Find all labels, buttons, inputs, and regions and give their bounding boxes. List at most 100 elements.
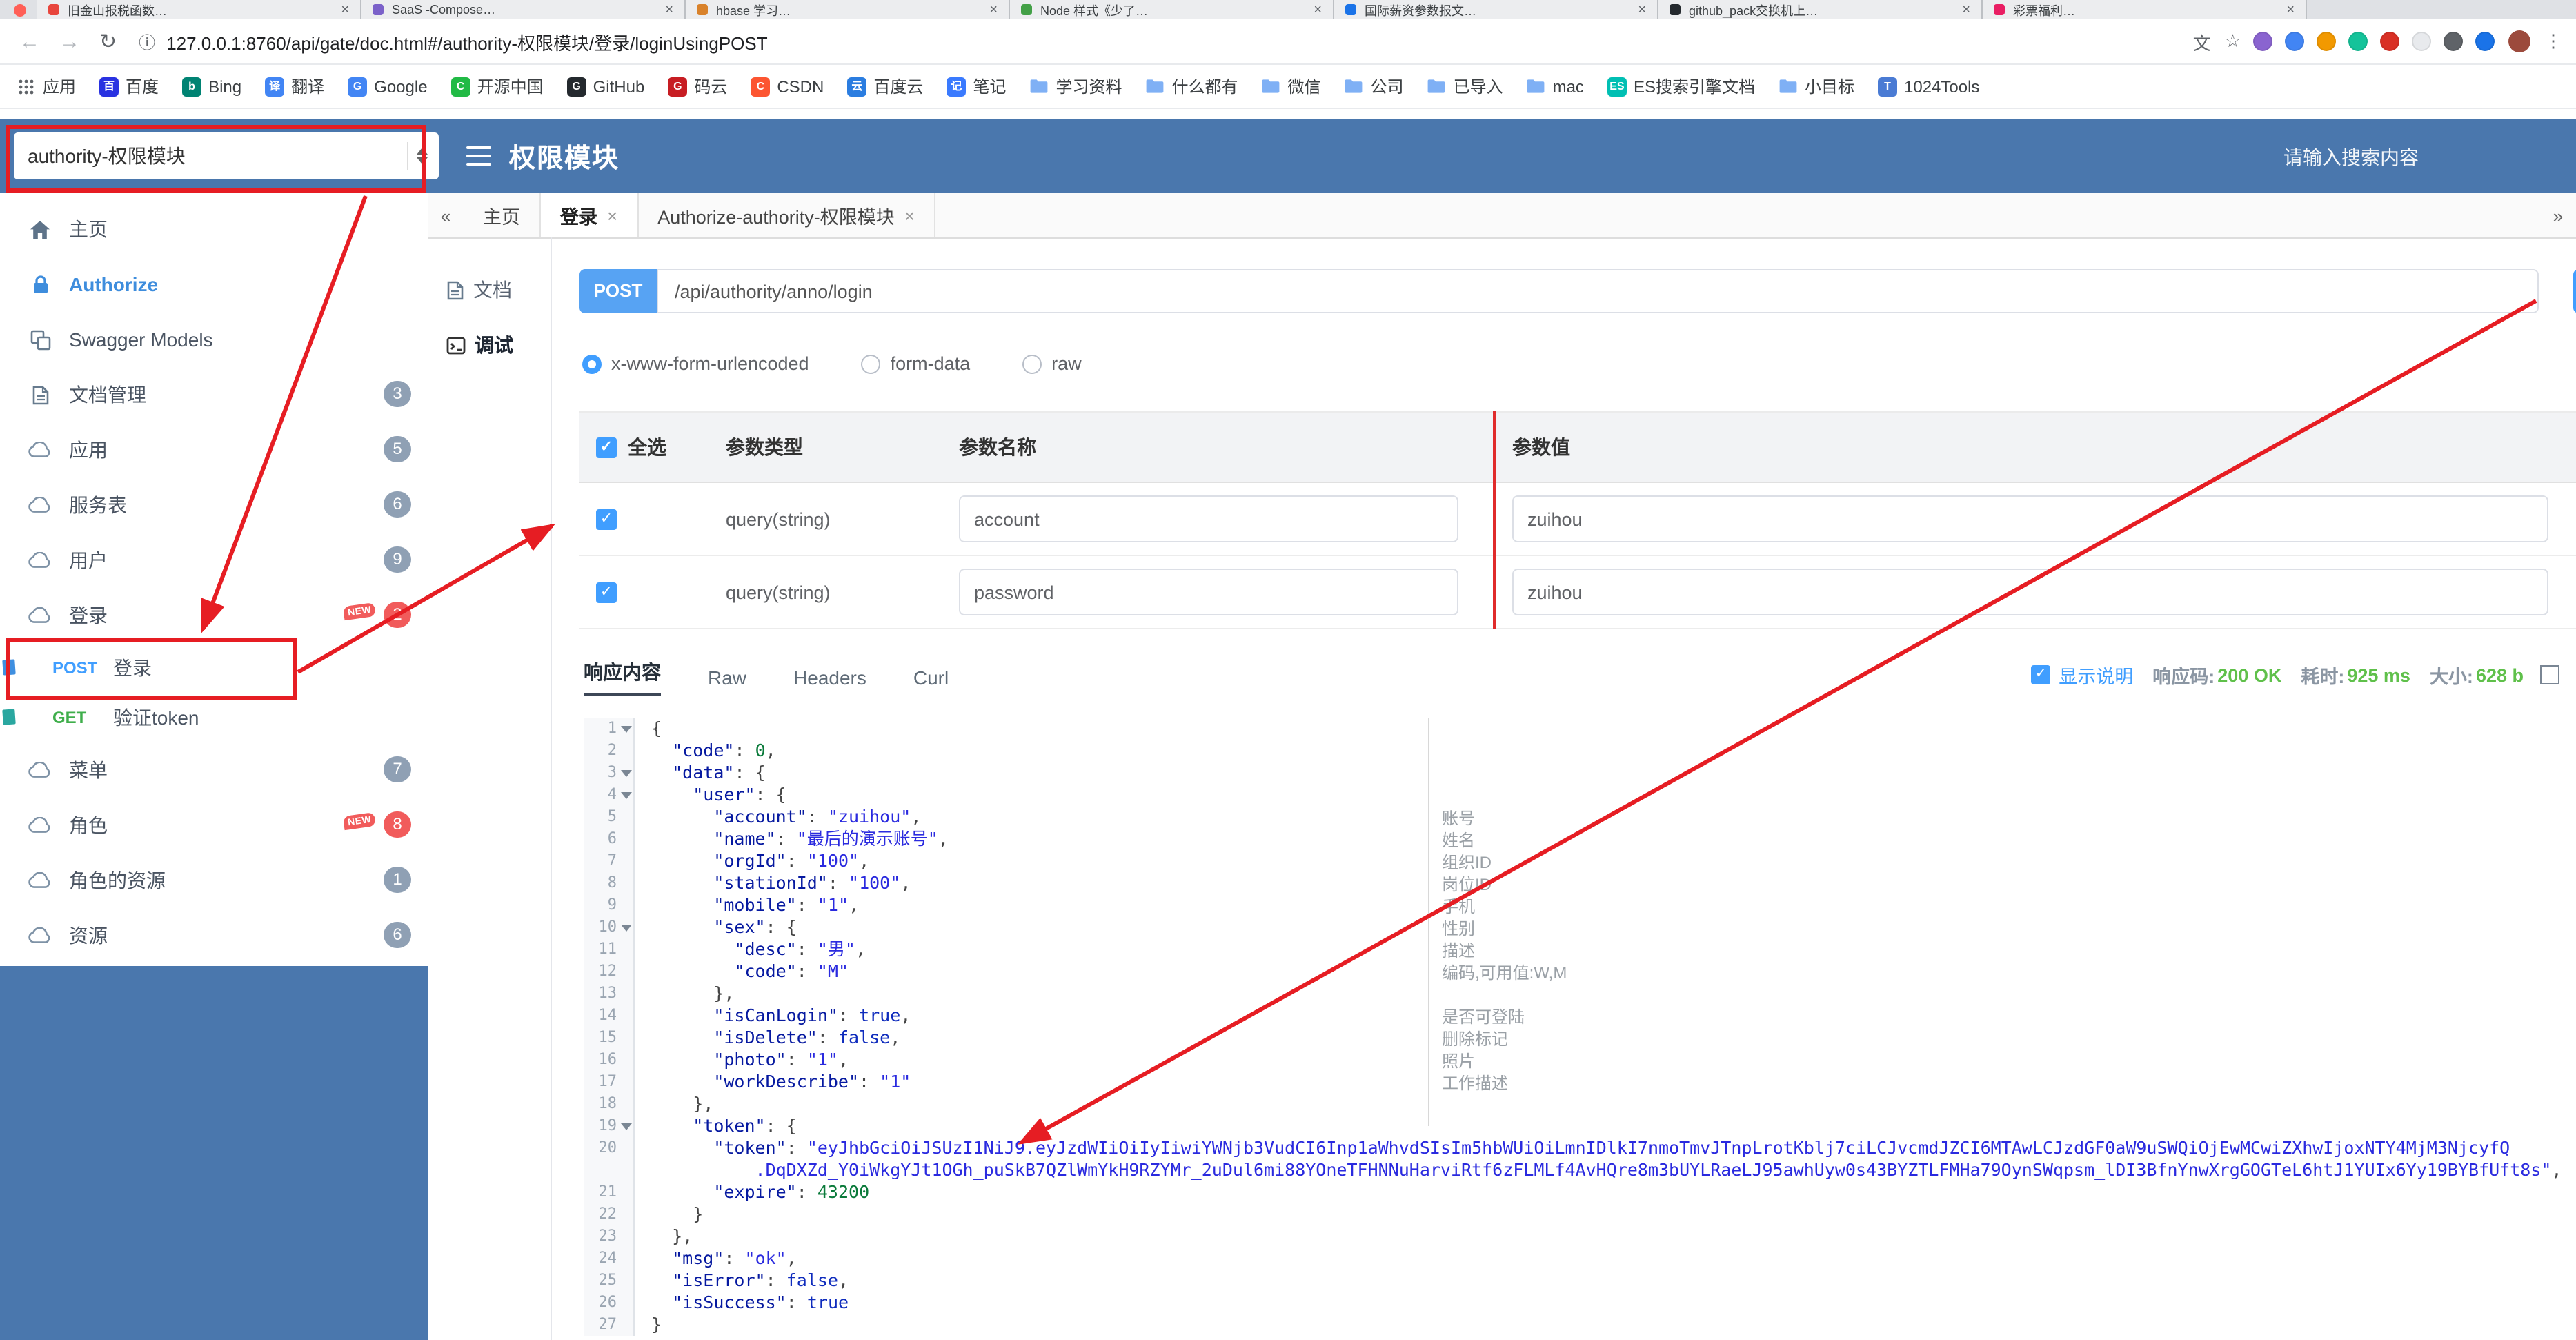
doc-view-button[interactable]: 文档	[428, 262, 551, 317]
sidebar-item-authorize[interactable]: Authorize	[0, 257, 428, 312]
bookmark-item[interactable]: 小目标	[1779, 75, 1854, 98]
address-bar[interactable]: ⓘ 127.0.0.1:8760/api/gate/doc.html#/auth…	[139, 28, 2179, 55]
request-url-input[interactable]	[657, 269, 2539, 313]
bookmark-star-icon[interactable]: ☆	[2225, 30, 2241, 52]
radio-form-data[interactable]: form-data	[861, 353, 970, 374]
extension-icon-5[interactable]	[2380, 32, 2399, 51]
sidebar-item-doc-manage[interactable]: 文档管理 3	[0, 367, 428, 422]
fullscreen-icon[interactable]	[2540, 665, 2559, 684]
extension-icon-8[interactable]	[2475, 32, 2495, 51]
param-name-input[interactable]	[959, 569, 1458, 615]
fold-caret-icon[interactable]	[621, 770, 632, 777]
close-tab-icon[interactable]: ×	[2286, 2, 2295, 17]
sidebar-item-login[interactable]: 登录 NEW 2	[0, 588, 428, 643]
sidebar-item-res[interactable]: 资源 6	[0, 908, 428, 963]
bookmark-item[interactable]: 微信	[1262, 75, 1321, 98]
tab-authorize-module[interactable]: Authorize-authority-权限模块	[638, 193, 935, 237]
row-checkbox[interactable]	[596, 582, 617, 603]
back-icon[interactable]: ←	[19, 30, 40, 53]
bookmark-item[interactable]: C CSDN	[751, 77, 824, 96]
bookmark-item[interactable]: C 开源中国	[450, 75, 544, 98]
sidebar-item-swagger-models[interactable]: Swagger Models	[0, 312, 428, 367]
sidebar-item-menu[interactable]: 菜单 7	[0, 742, 428, 798]
send-button[interactable]: 发送	[2573, 269, 2576, 313]
extension-icon-6[interactable]	[2412, 32, 2431, 51]
bookmark-item[interactable]: G Google	[348, 77, 428, 96]
extension-icon-1[interactable]	[2253, 32, 2272, 51]
extension-icon-2[interactable]	[2285, 32, 2304, 51]
param-value-input[interactable]	[1512, 569, 2548, 615]
browser-menu-icon[interactable]: ⋮	[2544, 30, 2562, 52]
fold-caret-icon[interactable]	[621, 925, 632, 932]
close-tab-icon[interactable]	[904, 205, 915, 226]
extension-icon-3[interactable]	[2317, 32, 2336, 51]
bookmark-item[interactable]: G 码云	[668, 75, 727, 98]
reload-icon[interactable]: ↻	[99, 29, 117, 54]
browser-tab[interactable]: 旧金山报税函数… ×	[37, 0, 361, 19]
bookmark-item[interactable]: 云百度云	[847, 75, 923, 98]
sidebar-item-role[interactable]: 角色 NEW 8	[0, 798, 428, 853]
debug-view-button[interactable]: 调试	[428, 317, 551, 373]
browser-tab[interactable]: 国际薪资参数报文… ×	[1334, 0, 1658, 19]
header-search-input[interactable]	[2281, 138, 2521, 177]
bookmark-item[interactable]: 已导入	[1427, 75, 1503, 98]
tab-login[interactable]: 登录	[541, 193, 639, 237]
translate-icon[interactable]: 文	[2193, 28, 2211, 55]
module-select[interactable]: authority-权限模块	[14, 132, 439, 179]
sidebar-item-role-res[interactable]: 角色的资源 1	[0, 853, 428, 908]
bookmark-item[interactable]: 译翻译	[265, 75, 324, 98]
forward-icon[interactable]: →	[59, 30, 80, 53]
close-tab-icon[interactable]: ×	[341, 2, 349, 17]
sidebar-item-home[interactable]: 主页	[0, 201, 428, 257]
close-window-icon[interactable]	[14, 4, 26, 17]
close-tab-icon[interactable]: ×	[665, 2, 673, 17]
sidebar-item-app[interactable]: 应用 5	[0, 422, 428, 477]
bookmark-item[interactable]: 学习资料	[1029, 75, 1122, 98]
bookmark-item[interactable]: T 1024Tools	[1878, 77, 1979, 96]
browser-tab[interactable]: SaaS -Compose… ×	[361, 0, 686, 19]
extension-icon-7[interactable]	[2444, 32, 2463, 51]
close-tab-icon[interactable]: ×	[989, 2, 998, 17]
bookmark-item[interactable]: 公司	[1345, 75, 1404, 98]
tab-raw[interactable]: Raw	[708, 667, 746, 696]
bookmark-item[interactable]: ES ES搜索引擎文档	[1607, 75, 1755, 98]
bookmark-item[interactable]: G GitHub	[566, 77, 644, 96]
close-tab-icon[interactable]: ×	[1638, 2, 1646, 17]
bookmark-item[interactable]: mac	[1527, 77, 1584, 96]
close-tab-icon[interactable]: ×	[1314, 2, 1322, 17]
radio-raw[interactable]: raw	[1022, 353, 1082, 374]
bookmark-item[interactable]: 百百度	[99, 75, 159, 98]
sidebar-item-service[interactable]: 服务表 6	[0, 477, 428, 533]
tab-home[interactable]: 主页	[464, 193, 541, 237]
site-info-icon[interactable]: ⓘ	[139, 30, 155, 53]
extension-icon-4[interactable]	[2348, 32, 2368, 51]
close-tab-icon[interactable]: ×	[1962, 2, 1970, 17]
radio-x-www-form-urlencoded[interactable]: x-www-form-urlencoded	[582, 353, 809, 374]
browser-tab[interactable]: 彩票福利… ×	[1983, 0, 2307, 19]
tab-response-body[interactable]: 响应内容	[584, 658, 661, 696]
menu-toggle-icon[interactable]	[466, 144, 491, 169]
param-value-input[interactable]	[1512, 495, 2548, 542]
sidebar-api-post-login[interactable]: POST 登录	[0, 643, 428, 693]
tabs-scroll-right-icon[interactable]: »	[2540, 193, 2576, 237]
select-all-checkbox[interactable]	[596, 437, 617, 457]
bookmark-item[interactable]: 应用	[17, 75, 76, 98]
tabs-scroll-left-icon[interactable]: «	[428, 193, 464, 237]
profile-avatar[interactable]	[2508, 30, 2530, 52]
browser-tab[interactable]: hbase 学习… ×	[686, 0, 1010, 19]
bookmark-item[interactable]: 记笔记	[947, 75, 1006, 98]
browser-tab[interactable]: Node 样式《少了… ×	[1010, 0, 1334, 19]
response-json-editor[interactable]: 1{2 "code": 0, 3 "data": {4 "user": {5 "a…	[584, 718, 2576, 1339]
sidebar-item-user[interactable]: 用户 9	[0, 533, 428, 588]
sidebar-api-get-token[interactable]: GET 验证token	[0, 693, 428, 742]
bookmark-item[interactable]: 什么都有	[1145, 75, 1238, 98]
fold-caret-icon[interactable]	[621, 1123, 632, 1130]
show-desc-checkbox[interactable]	[2031, 665, 2051, 684]
fold-caret-icon[interactable]	[621, 726, 632, 733]
row-checkbox[interactable]	[596, 509, 617, 530]
close-tab-icon[interactable]	[607, 205, 617, 226]
bookmark-item[interactable]: b Bing	[182, 77, 241, 96]
tab-headers[interactable]: Headers	[793, 667, 866, 696]
tab-curl[interactable]: Curl	[913, 667, 949, 696]
param-name-input[interactable]	[959, 495, 1458, 542]
